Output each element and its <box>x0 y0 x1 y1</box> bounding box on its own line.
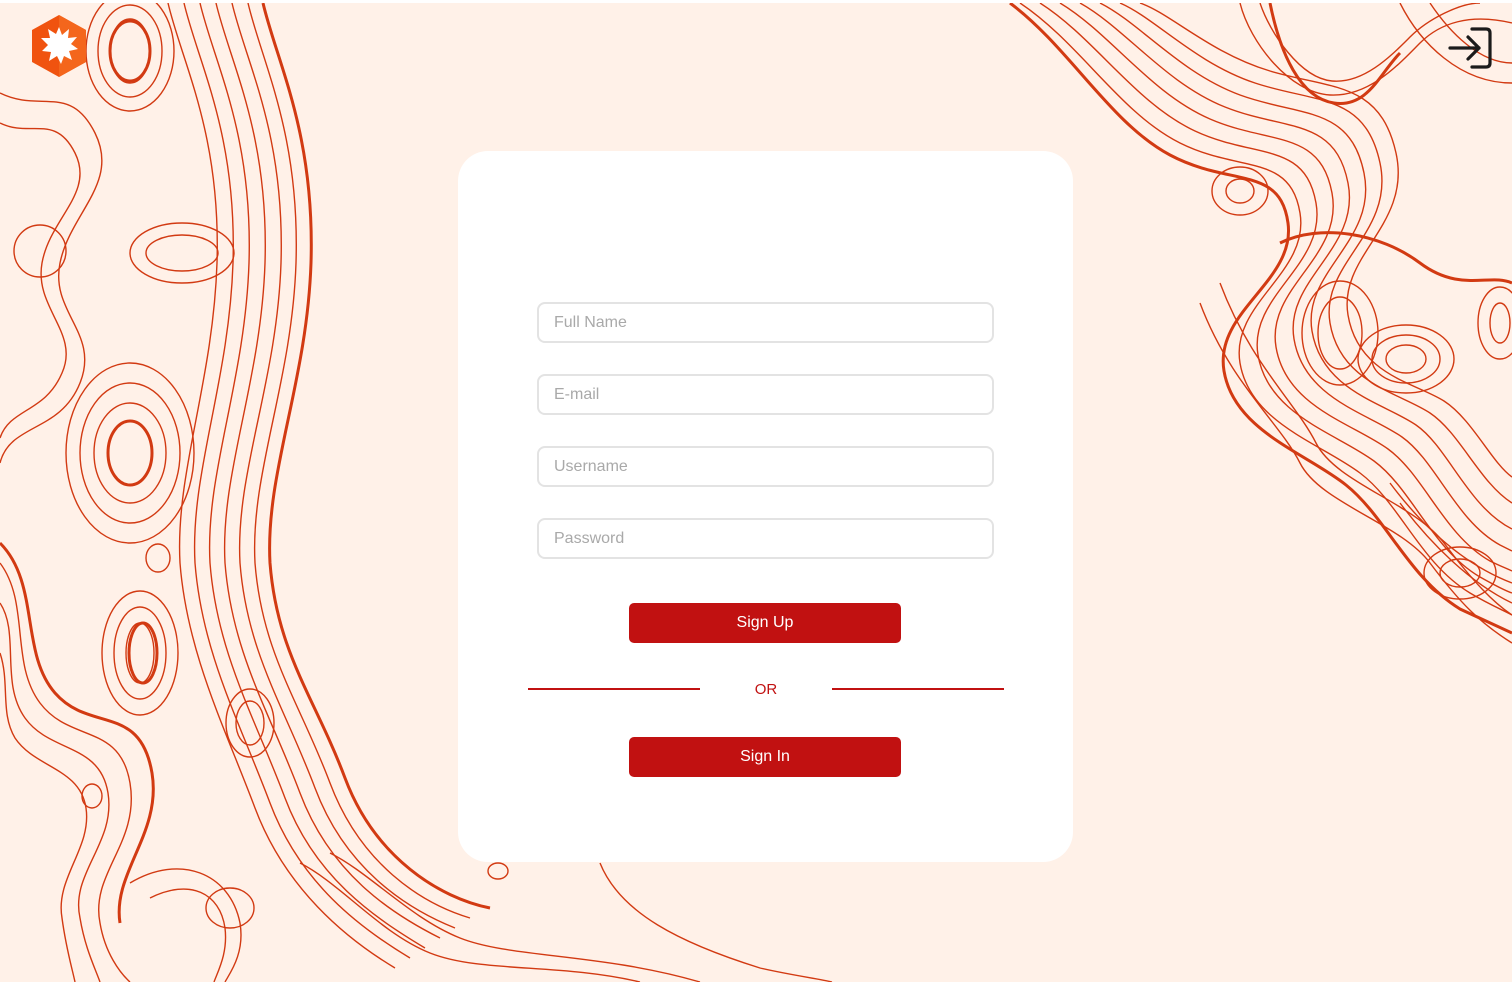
sign-in-button[interactable]: Sign In <box>629 737 901 777</box>
signup-card: Sign Up OR Sign In <box>458 151 1073 862</box>
divider-right <box>832 688 1004 690</box>
signup-page: Sign Up OR Sign In <box>0 3 1512 982</box>
hexagon-sun-logo-icon <box>32 15 86 77</box>
sign-up-button[interactable]: Sign Up <box>629 603 901 643</box>
or-divider-text: OR <box>754 681 778 698</box>
email-input[interactable] <box>537 374 994 415</box>
username-input[interactable] <box>537 446 994 487</box>
divider-left <box>528 688 700 690</box>
password-input[interactable] <box>537 518 994 559</box>
full-name-input[interactable] <box>537 302 994 343</box>
login-arrow-icon[interactable] <box>1446 25 1494 71</box>
